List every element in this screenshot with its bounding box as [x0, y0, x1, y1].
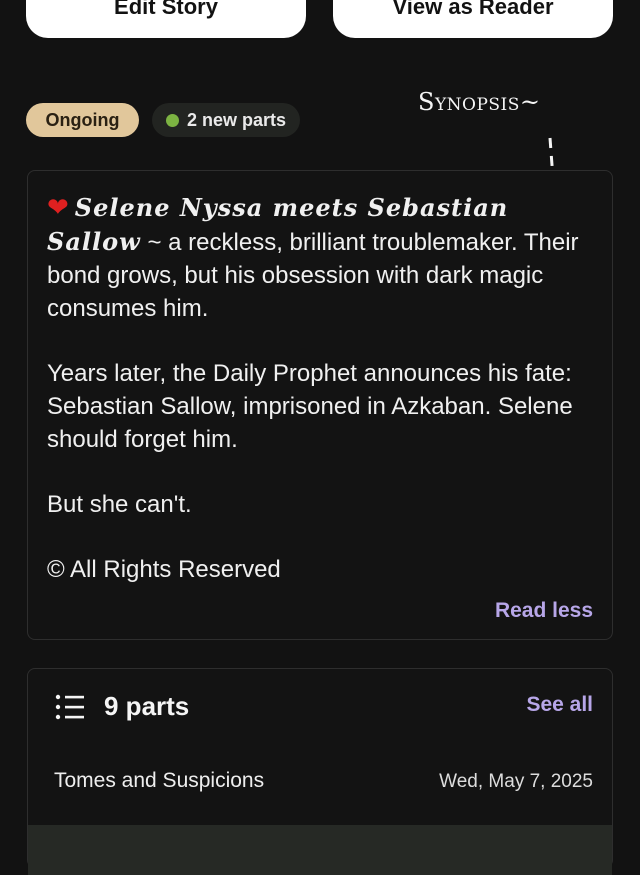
synopsis-card: ❤ Selene Nyssa meets Sebastian Sallow ~ a… [27, 170, 613, 640]
next-part-row[interactable] [28, 825, 612, 875]
synopsis-annotation-label: Synopsis~ [418, 88, 541, 116]
parts-header: 9 parts [54, 691, 189, 722]
edit-story-button[interactable]: Edit Story [26, 0, 306, 38]
part-date: Wed, May 7, 2025 [439, 771, 593, 792]
heart-icon: ❤ [47, 192, 69, 222]
green-dot-icon [166, 113, 179, 127]
synopsis-text: ❤ Selene Nyssa meets Sebastian Sallow ~ a… [47, 191, 592, 618]
synopsis-paragraph-3: But she can't. [47, 491, 192, 518]
part-title: Tomes and Suspicions [54, 769, 265, 792]
copyright-text: © All Rights Reserved [47, 556, 281, 583]
ongoing-status-badge: Ongoing [26, 103, 139, 137]
new-parts-label: 2 new parts [187, 109, 287, 130]
list-icon [55, 694, 84, 719]
new-parts-badge: 2 new parts [152, 103, 300, 137]
see-all-link[interactable]: See all [526, 693, 593, 717]
part-list-item[interactable]: Tomes and Suspicions Wed, May 7, 2025 [54, 769, 593, 793]
parts-count: 9 parts [104, 691, 190, 721]
synopsis-paragraph-2: Years later, the Daily Prophet announces… [47, 360, 573, 453]
read-less-link[interactable]: Read less [495, 599, 593, 623]
synopsis-paragraph: ❤ Selene Nyssa meets Sebastian Sallow ~ a… [47, 191, 592, 325]
view-as-reader-button[interactable]: View as Reader [333, 0, 613, 38]
parts-card: 9 parts See all Tomes and Suspicions Wed… [27, 668, 613, 875]
tilde: ~ [147, 229, 162, 256]
